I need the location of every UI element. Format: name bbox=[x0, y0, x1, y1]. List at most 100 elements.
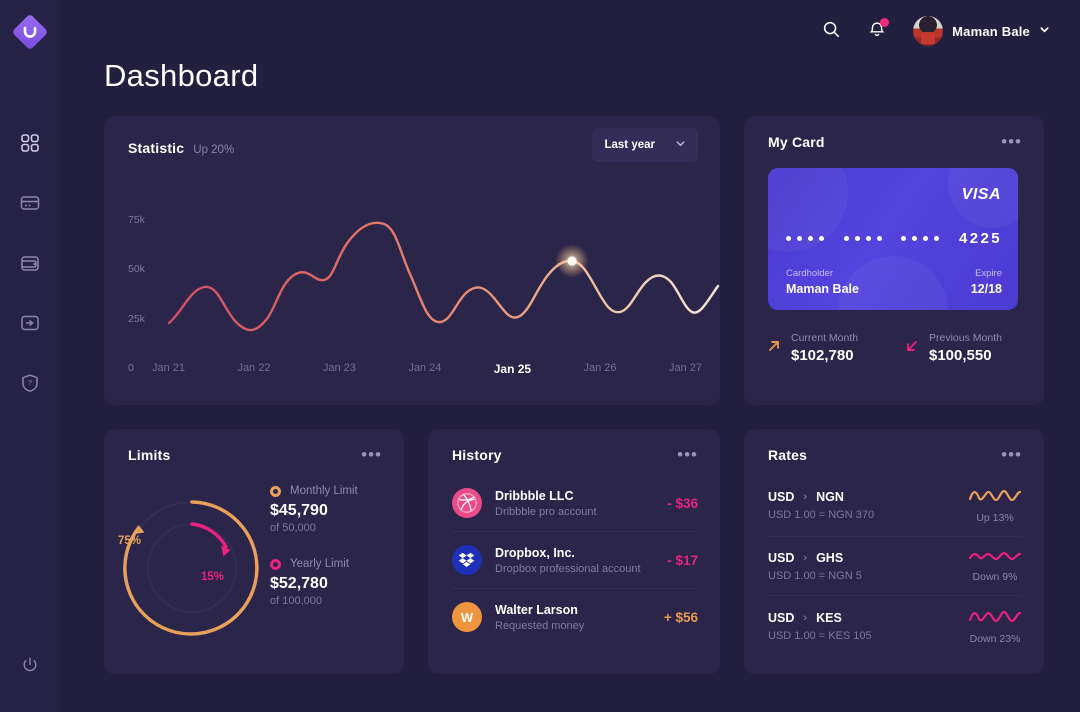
history-row-desc: Dropbox professional account bbox=[495, 562, 641, 575]
card-last-four: 4225 bbox=[959, 230, 1002, 247]
rate-to: KES bbox=[816, 611, 842, 625]
limits-body: 75% 15% Monthly Limit $45,790 of 50,000 bbox=[104, 463, 404, 663]
rate-trend: Down 9% bbox=[972, 571, 1018, 583]
limit-monthly-value: $45,790 bbox=[270, 502, 328, 519]
current-month-stat: Current Month $102,780 bbox=[766, 332, 886, 364]
x-tick: Jan 23 bbox=[322, 362, 356, 374]
y-axis-labels: 75k 50k 25k 0 bbox=[128, 214, 145, 374]
legend-ring-icon bbox=[270, 485, 281, 497]
dribbble-icon bbox=[452, 488, 482, 518]
search-icon bbox=[821, 19, 841, 44]
history-row[interactable]: Dropbox, Inc. Dropbox professional accou… bbox=[452, 531, 698, 588]
history-row[interactable]: Dribbble LLC Dribbble pro account - $36 bbox=[452, 475, 698, 531]
x-tick-active: Jan 25 bbox=[493, 362, 532, 376]
rates-title: Rates bbox=[768, 447, 808, 463]
wallet-icon bbox=[19, 252, 41, 274]
current-month-value: $102,780 bbox=[791, 347, 854, 364]
history-row-desc: Dribbble pro account bbox=[495, 505, 597, 518]
grid-dashboard-icon bbox=[19, 132, 41, 154]
rate-trend: Up 13% bbox=[976, 512, 1014, 524]
previous-month-label: Previous Month bbox=[929, 332, 1002, 344]
rate-value: USD 1.00 = NGN 370 bbox=[768, 509, 875, 521]
statistic-subtitle: Up 20% bbox=[193, 144, 235, 156]
my-card-title: My Card bbox=[768, 134, 825, 150]
sidebar-item-dashboard[interactable] bbox=[17, 130, 43, 156]
statistic-title: Statistic bbox=[128, 140, 185, 156]
sidebar-item-logout[interactable] bbox=[17, 654, 43, 680]
rate-row-left: USD › KES USD 1.00 = KES 105 bbox=[768, 611, 872, 642]
history-row-amount: - $17 bbox=[667, 552, 698, 568]
dashboard-row-bottom: Limits ••• 75% 15% Monthly Limit $45,790… bbox=[104, 429, 1050, 674]
history-row-name: Dropbox, Inc. bbox=[495, 545, 575, 560]
x-tick: Jan 26 bbox=[583, 362, 617, 374]
range-select-label: Last year bbox=[604, 139, 655, 151]
statistic-title-row: Statistic Up 20% bbox=[128, 140, 234, 156]
month-summary: Current Month $102,780 Previous Month $1… bbox=[766, 332, 1024, 364]
card-number-group bbox=[901, 236, 940, 241]
history-row-text: Dropbox, Inc. Dropbox professional accou… bbox=[495, 546, 654, 575]
current-month-text: Current Month $102,780 bbox=[791, 332, 858, 364]
current-month-label: Current Month bbox=[791, 332, 859, 344]
sidebar-item-help[interactable]: ? bbox=[17, 370, 43, 396]
more-dots-icon[interactable]: ••• bbox=[1001, 133, 1022, 150]
chevron-down-icon bbox=[1039, 22, 1050, 40]
user-name: Maman Bale bbox=[952, 23, 1030, 39]
expire-value: 12/18 bbox=[970, 282, 1002, 296]
rates-header: Rates ••• bbox=[744, 429, 1044, 463]
diamond-u-logo-icon bbox=[10, 12, 50, 52]
rate-row-left: USD › GHS USD 1.00 = NGN 5 bbox=[768, 551, 862, 582]
history-row-name: Walter Larson bbox=[495, 602, 578, 617]
rate-pair: USD › GHS bbox=[768, 551, 862, 565]
limit-yearly: Yearly Limit $52,780 of 100,000 bbox=[270, 558, 358, 607]
transfer-box-icon bbox=[19, 312, 41, 334]
more-dots-icon[interactable]: ••• bbox=[1001, 446, 1022, 463]
search-button[interactable] bbox=[821, 19, 841, 44]
sidebar-nav: ? bbox=[17, 130, 43, 396]
previous-month-value: $100,550 bbox=[929, 347, 992, 364]
chevron-right-icon: › bbox=[803, 612, 808, 624]
sparkline-icon bbox=[968, 610, 1022, 629]
rate-row[interactable]: USD › GHS USD 1.00 = NGN 5 Down 9% bbox=[768, 536, 1022, 595]
sidebar-item-cards[interactable] bbox=[17, 190, 43, 216]
history-row-text: Dribbble LLC Dribbble pro account bbox=[495, 489, 654, 518]
range-select[interactable]: Last year bbox=[592, 128, 698, 162]
line-chart-svg bbox=[167, 221, 720, 332]
donut-svg bbox=[123, 500, 260, 636]
statistic-chart: 75k 50k 25k 0 Jan 21 Jan 22 Jan 23 Jan 2… bbox=[104, 162, 720, 390]
credit-card[interactable]: VISA 4225 Cardholder Maman Bale Expire 1… bbox=[768, 168, 1018, 310]
limit-monthly-name: Monthly Limit bbox=[290, 485, 358, 497]
outer-percent-label: 75% bbox=[118, 535, 142, 547]
history-header: History ••• bbox=[428, 429, 720, 463]
expire-label: Expire bbox=[975, 268, 1002, 279]
card-number: 4225 bbox=[786, 230, 1002, 247]
history-row[interactable]: W Walter Larson Requested money + $56 bbox=[452, 588, 698, 645]
sparkline-icon bbox=[968, 550, 1022, 567]
avatar-initial-icon: W bbox=[452, 602, 482, 632]
card-footer: Cardholder Maman Bale Expire 12/18 bbox=[786, 268, 1002, 296]
history-row-amount: - $36 bbox=[667, 495, 698, 511]
limit-yearly-head: Yearly Limit bbox=[270, 558, 358, 570]
legend-ring-icon bbox=[270, 558, 281, 570]
y-tick: 0 bbox=[128, 361, 134, 374]
chevron-right-icon: › bbox=[803, 551, 808, 564]
rate-row-right: Down 9% bbox=[968, 549, 1022, 583]
rate-row-right: Down 23% bbox=[968, 608, 1022, 645]
rates-card: Rates ••• USD › NGN USD 1.00 = NGN 370 U… bbox=[744, 429, 1044, 674]
rate-row-left: USD › NGN USD 1.00 = NGN 370 bbox=[768, 490, 874, 521]
rate-value: USD 1.00 = KES 105 bbox=[768, 630, 872, 642]
y-tick: 75k bbox=[128, 214, 145, 226]
more-dots-icon[interactable]: ••• bbox=[677, 446, 698, 463]
rate-row[interactable]: USD › KES USD 1.00 = KES 105 Down 23% bbox=[768, 595, 1022, 657]
user-profile-menu[interactable]: Maman Bale bbox=[913, 16, 1050, 46]
arrow-down-left-icon bbox=[904, 338, 920, 359]
notifications-button[interactable] bbox=[867, 17, 890, 44]
sidebar-item-transfer[interactable] bbox=[17, 310, 43, 336]
rate-to: GHS bbox=[816, 550, 844, 565]
sidebar: ? bbox=[0, 0, 60, 712]
sidebar-item-wallet[interactable] bbox=[17, 250, 43, 276]
limit-monthly: Monthly Limit $45,790 of 50,000 bbox=[270, 485, 358, 534]
rate-row[interactable]: USD › NGN USD 1.00 = NGN 370 Up 13% bbox=[768, 475, 1022, 536]
app-logo[interactable] bbox=[10, 12, 50, 52]
more-dots-icon[interactable]: ••• bbox=[361, 446, 382, 463]
rate-value: USD 1.00 = NGN 5 bbox=[768, 569, 862, 582]
